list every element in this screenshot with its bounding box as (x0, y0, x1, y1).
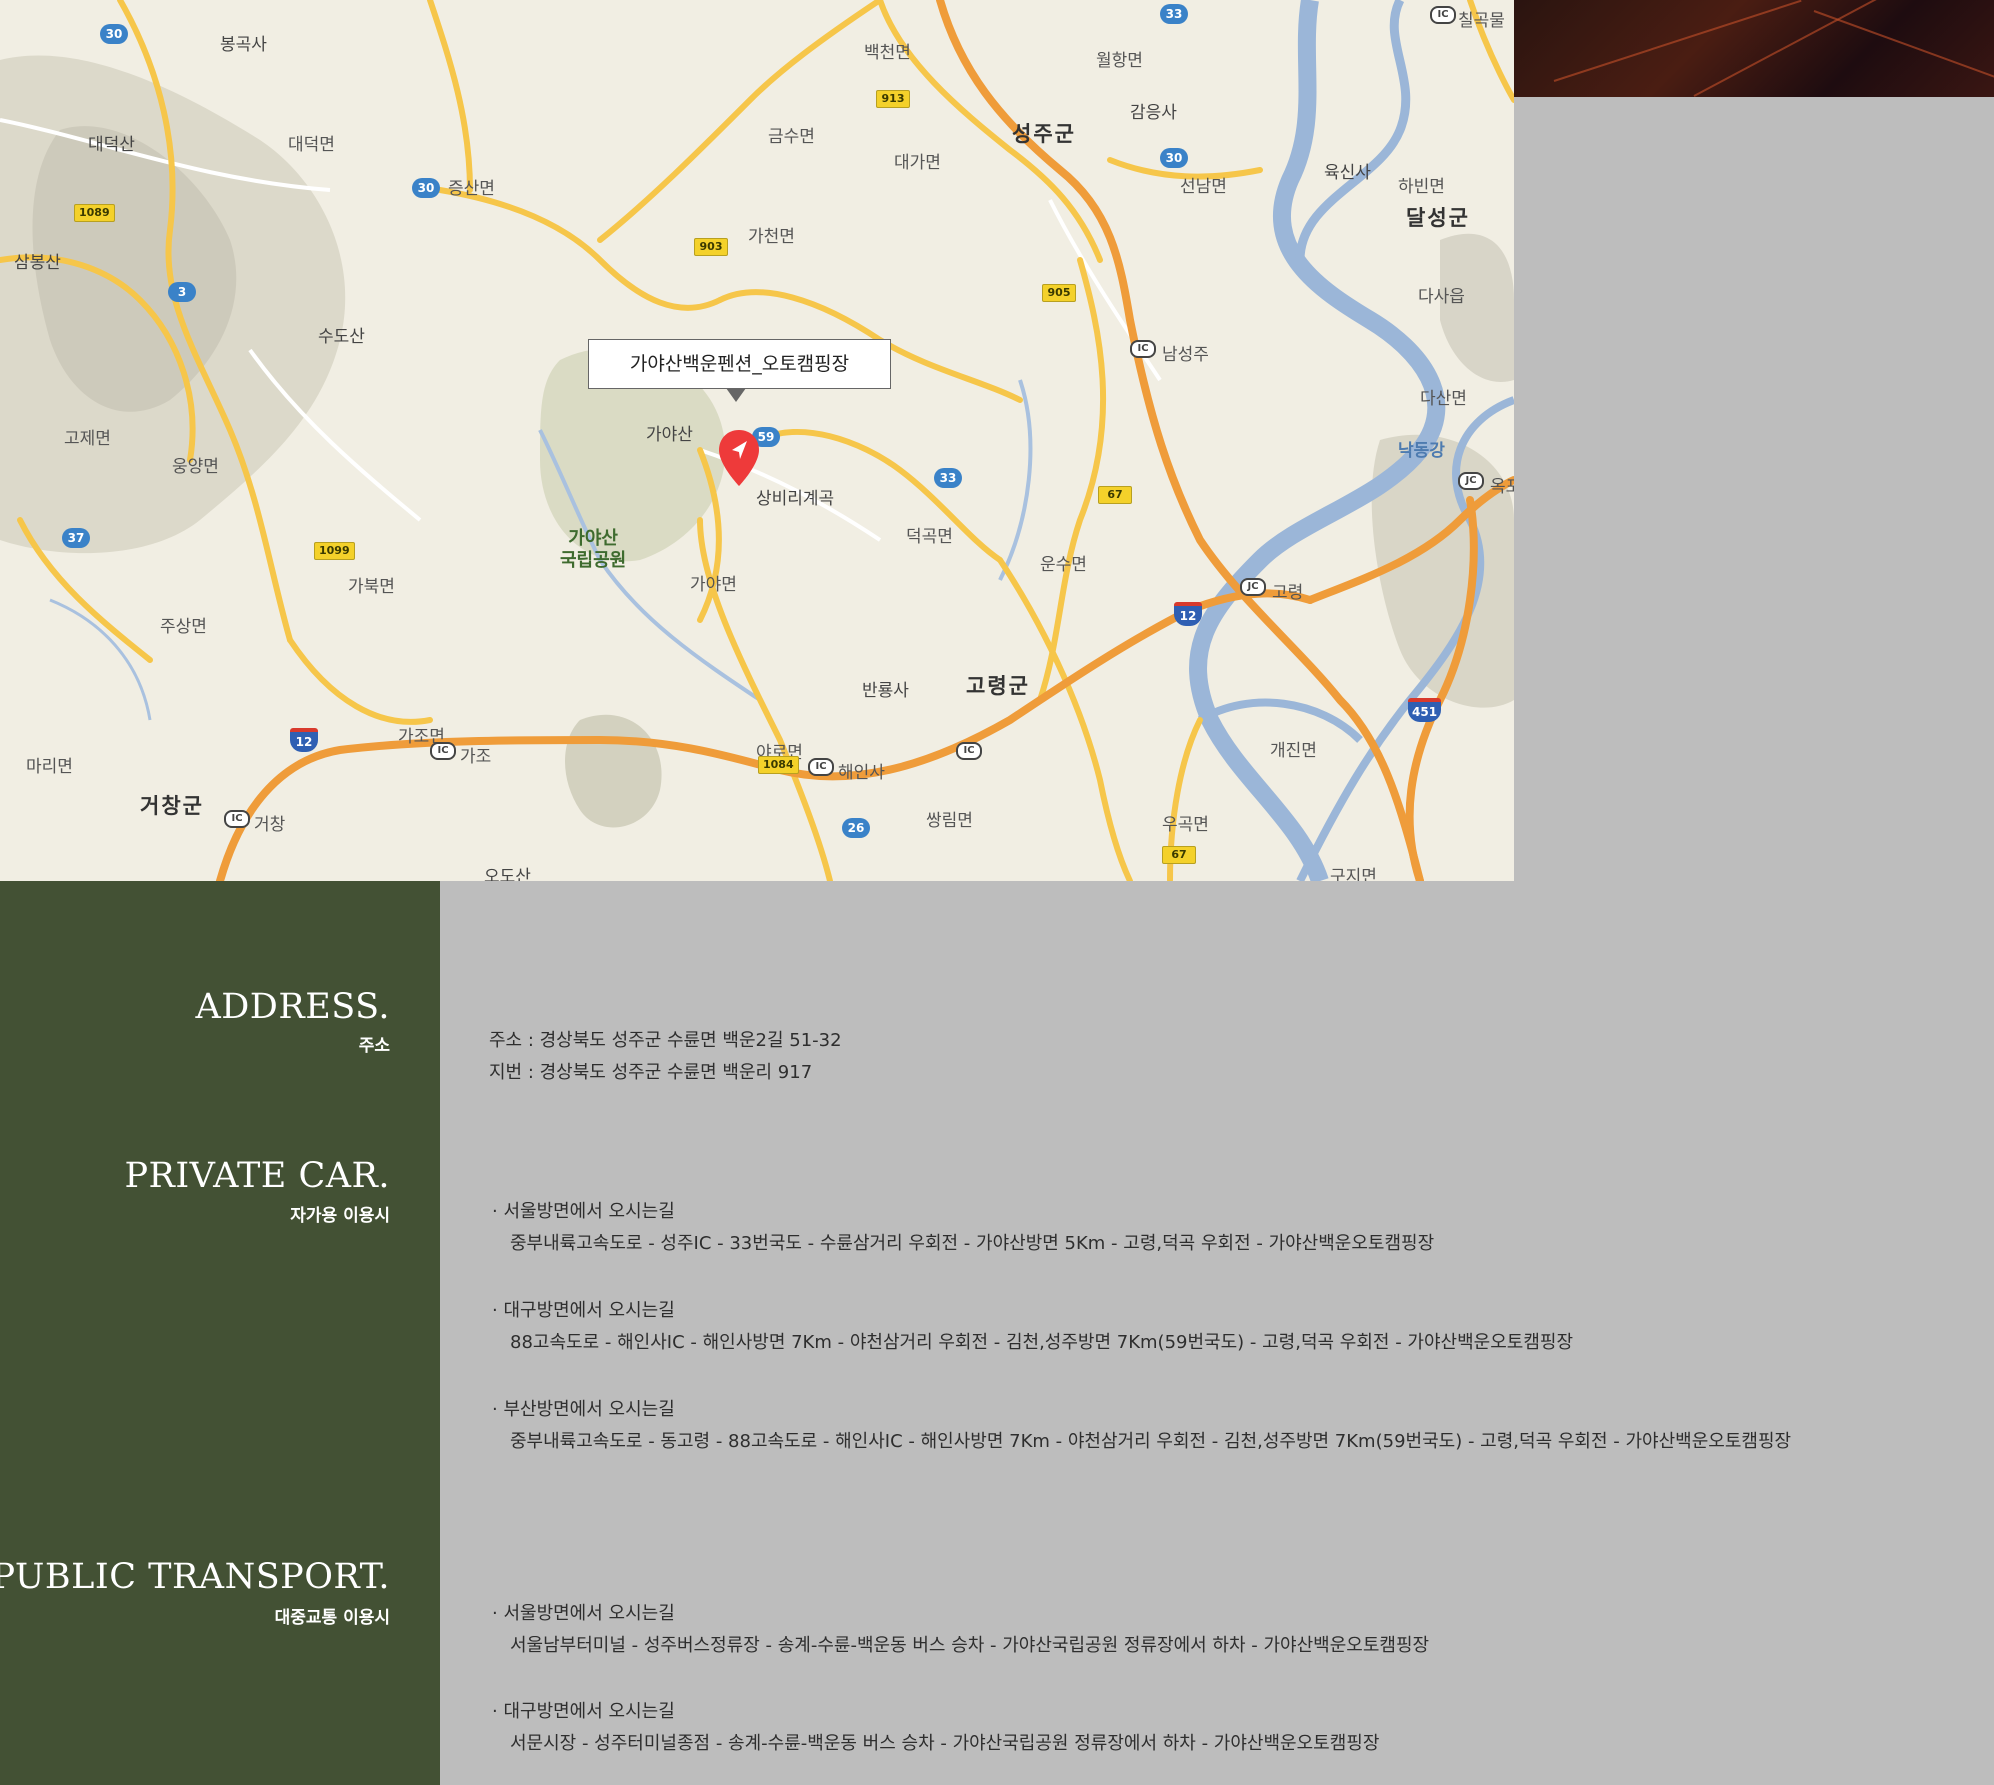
route-shield: 12 (290, 728, 318, 752)
route-shield: 913 (876, 90, 910, 108)
route-shield: 1099 (314, 542, 355, 560)
place-label: 운수면 (1040, 555, 1087, 575)
place-label: 가야면 (690, 575, 737, 595)
national-park-label: 가야산 국립공원 (560, 528, 627, 571)
place-label: 가천면 (748, 227, 795, 247)
transit-route-text: 서문시장 - 성주터미널종점 - 송계-수륜-백운동 버스 승차 - 가야산국립… (510, 1733, 1380, 1754)
place-label: 상비리계곡 (756, 489, 835, 509)
place-label: 가야산 (646, 425, 693, 445)
address-heading: ADDRESS. (195, 987, 390, 1027)
route-shield: JC (1458, 472, 1484, 490)
place-label: 고령군 (966, 674, 1030, 698)
car-route-text: 중부내륙고속도로 - 동고령 - 88고속도로 - 해인사IC - 해인사방면 … (510, 1431, 1792, 1452)
place-label: 덕곡면 (906, 527, 953, 547)
route-shield: JC (1240, 578, 1266, 596)
route-shield: IC (956, 742, 982, 760)
place-label: 가조 (460, 747, 492, 767)
place-label: 증산면 (448, 179, 495, 199)
place-label: 고령 (1272, 583, 1304, 603)
place-label: 수도산 (318, 327, 365, 347)
route-shield: IC (430, 742, 456, 760)
place-label: 칠곡물 (1458, 11, 1505, 31)
route-shield: IC (1430, 6, 1456, 24)
place-label: 남성주 (1162, 345, 1209, 365)
route-shield: 903 (694, 238, 728, 256)
place-label: 구지면 (1330, 867, 1377, 881)
place-label: 거창 (254, 815, 286, 835)
route-shield: 67 (1162, 846, 1196, 864)
place-label: 백천면 (864, 43, 911, 63)
place-label: 대덕산 (88, 135, 135, 155)
route-shield: 26 (842, 818, 870, 838)
transit-route-heading: · 서울방면에서 오시는길 (492, 1603, 675, 1624)
place-label: 육신사 (1324, 163, 1371, 183)
place-label: 웅양면 (172, 457, 219, 477)
route-shield: 30 (412, 178, 440, 198)
route-shield: 451 (1408, 698, 1442, 722)
route-shield: 33 (934, 468, 962, 488)
place-label: 감응사 (1130, 103, 1177, 123)
car-route-text: 중부내륙고속도로 - 성주IC - 33번국도 - 수륜삼거리 우회전 - 가야… (510, 1233, 1435, 1254)
place-label: 우곡면 (1162, 815, 1209, 835)
route-shield: 30 (100, 24, 128, 44)
address-road: 주소 : 경상북도 성주군 수륜면 백운2길 51-32 (489, 1030, 842, 1051)
route-shield: 12 (1174, 602, 1202, 626)
route-shield: 3 (168, 282, 196, 302)
route-shield: 67 (1098, 486, 1132, 504)
place-label: 성주군 (1012, 122, 1076, 146)
place-label: 선남면 (1180, 177, 1227, 197)
place-label: 낙동강 (1398, 441, 1445, 461)
private-car-subheading: 자가용 이용시 (290, 1206, 390, 1226)
place-label: 하빈면 (1398, 177, 1445, 197)
place-label: 주상면 (160, 617, 207, 637)
place-label: 봉곡사 (220, 35, 267, 55)
place-label: 다산면 (1420, 389, 1467, 409)
route-shield: IC (1130, 340, 1156, 358)
place-label: 달성군 (1406, 206, 1470, 230)
address-subheading: 주소 (358, 1036, 390, 1056)
transit-route-heading: · 대구방면에서 오시는길 (492, 1701, 675, 1722)
place-label: 월항면 (1096, 51, 1143, 71)
place-label: 다사읍 (1418, 287, 1465, 307)
route-shield: IC (808, 758, 834, 776)
place-label: 쌍림면 (926, 811, 973, 831)
route-shield: 1084 (758, 756, 799, 774)
public-transport-heading: PUBLIC TRANSPORT. (0, 1557, 390, 1597)
car-route-heading: · 부산방면에서 오시는길 (492, 1399, 675, 1420)
place-label: 거창군 (140, 794, 204, 818)
info-sidebar: ADDRESS. 주소 PRIVATE CAR. 자가용 이용시 PUBLIC … (0, 881, 440, 1785)
car-route-heading: · 서울방면에서 오시는길 (492, 1201, 675, 1222)
directions-content: 주소 : 경상북도 성주군 수륜면 백운2길 51-32 지번 : 경상북도 성… (440, 881, 1994, 1785)
car-route-text: 88고속도로 - 해인사IC - 해인사방면 7Km - 야천삼거리 우회전 -… (510, 1332, 1574, 1353)
public-transport-subheading: 대중교통 이용시 (274, 1608, 390, 1628)
place-label: 대덕면 (288, 135, 335, 155)
location-pin-icon[interactable] (716, 428, 762, 488)
location-map[interactable]: 봉곡사 대덕산 대덕면 증산면 삼봉산 수도산 고제면 웅양면 가북면 주상면 … (0, 0, 1514, 881)
route-shield: 1089 (74, 204, 115, 222)
header-photo (1514, 0, 1994, 97)
place-label: 가북면 (348, 577, 395, 597)
place-label: 금수면 (768, 127, 815, 147)
car-route-heading: · 대구방면에서 오시는길 (492, 1300, 675, 1321)
route-shield: 33 (1160, 4, 1188, 24)
place-label: 삼봉산 (14, 253, 61, 273)
place-label: 대가면 (894, 153, 941, 173)
place-label: 해인사 (838, 763, 885, 783)
place-label: 반룡사 (862, 681, 909, 701)
route-shield: 30 (1160, 148, 1188, 168)
place-label: 개진면 (1270, 741, 1317, 761)
route-shield: IC (224, 810, 250, 828)
private-car-heading: PRIVATE CAR. (124, 1156, 390, 1196)
route-shield: 37 (62, 528, 90, 548)
place-label: 옥포 (1490, 477, 1514, 497)
address-lot: 지번 : 경상북도 성주군 수륜면 백운리 917 (489, 1062, 813, 1083)
place-label: 고제면 (64, 429, 111, 449)
location-callout[interactable]: 가야산백운펜션_오토캠핑장 (588, 339, 891, 402)
place-label: 마리면 (26, 757, 73, 777)
transit-route-text: 서울남부터미널 - 성주버스정류장 - 송계-수륜-백운동 버스 승차 - 가야… (510, 1635, 1430, 1656)
route-shield: 905 (1042, 284, 1076, 302)
place-label: 오도산 (484, 867, 531, 881)
